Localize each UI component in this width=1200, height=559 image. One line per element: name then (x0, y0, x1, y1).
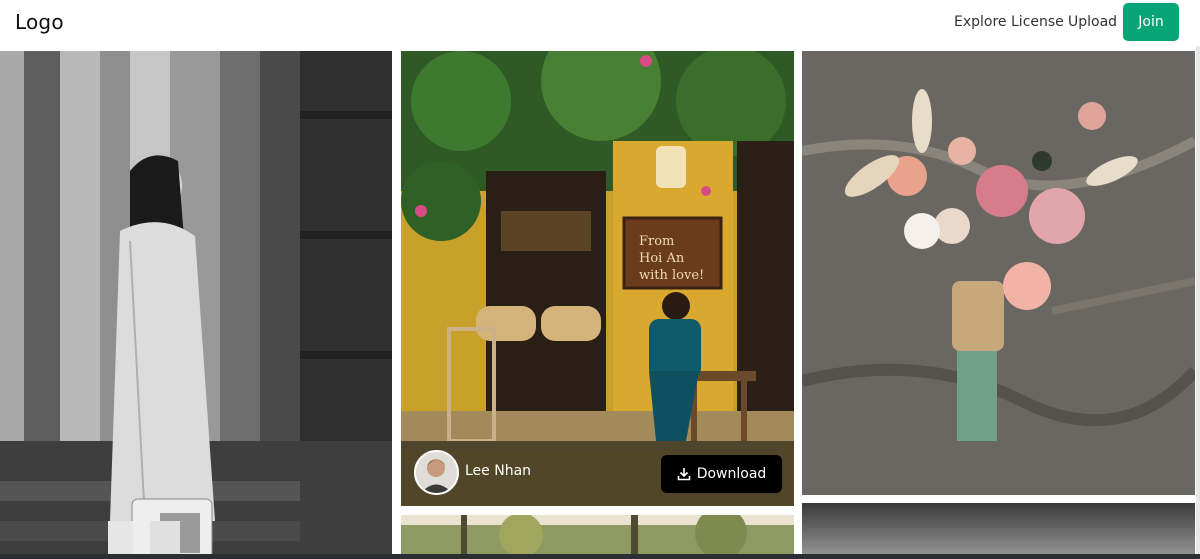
sign-text-line-2: Hoi An (639, 251, 685, 266)
dark-photo (802, 503, 1195, 559)
photo-card-overlay: Lee Nhan Download (401, 441, 794, 506)
bouquet-photo (802, 51, 1195, 495)
download-label: Download (696, 466, 767, 482)
avatar[interactable] (414, 450, 459, 495)
trees-photo (401, 515, 794, 559)
download-button[interactable]: Download (661, 455, 782, 493)
avatar-image (416, 452, 457, 493)
sign-text-line-1: From (639, 234, 674, 249)
photo-card-trees[interactable] (401, 515, 794, 559)
photo-card-portrait[interactable] (0, 51, 392, 559)
scrollbar-track[interactable] (1196, 46, 1200, 559)
sign-text-line-3: with love! (639, 268, 704, 283)
photo-card-cafe[interactable]: From Hoi An with love! Lee Nhan Download (401, 51, 794, 506)
nav-explore-link[interactable]: Explore (954, 14, 1007, 30)
photo-card-bouquet[interactable] (802, 51, 1195, 495)
cafe-photo: From Hoi An with love! (401, 51, 794, 506)
author-name[interactable]: Lee Nhan (465, 463, 531, 479)
bottom-edge-bar (0, 554, 1200, 559)
nav-upload-link[interactable]: Upload (1068, 14, 1117, 30)
download-icon (677, 468, 691, 481)
photo-card-dark[interactable] (802, 503, 1195, 559)
site-logo[interactable]: Logo (15, 10, 64, 34)
nav-license-link[interactable]: License (1011, 14, 1064, 30)
portrait-photo (0, 51, 392, 559)
join-button[interactable]: Join (1123, 3, 1179, 41)
top-header: Logo Explore License Upload Join (0, 0, 1200, 46)
